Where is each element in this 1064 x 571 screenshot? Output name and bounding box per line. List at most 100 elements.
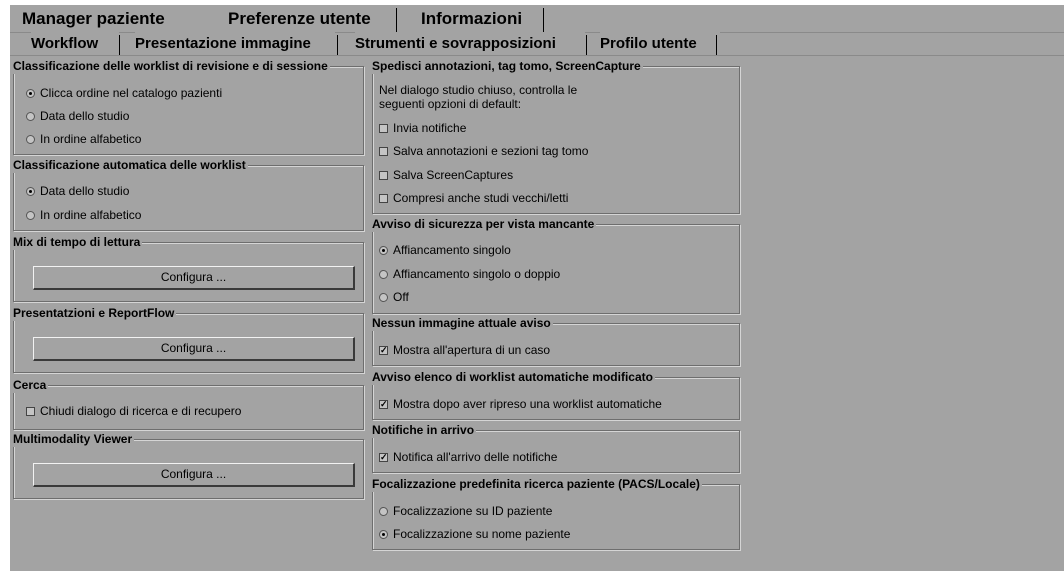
group-title: Presentatzioni e ReportFlow [13,305,177,321]
radio-button[interactable] [379,506,388,516]
tab-separator [543,8,544,32]
tab-separator [396,8,397,32]
tab-presentazione-immagine[interactable]: Presentazione immagine [135,32,335,55]
radio-label: Clicca ordine nel catalogo pazienti [40,86,223,100]
radio-button[interactable] [26,210,35,220]
radio-label: Data dello studio [40,109,130,123]
checkbox-label: Salva annotazioni e sezioni tag tomo [393,144,589,158]
group-title: Cerca [13,377,49,393]
radio-off[interactable]: Off [379,289,409,305]
radio-button[interactable] [26,134,35,144]
group-title: Nessun immagine attuale aviso [372,315,553,331]
checkbox[interactable] [379,170,388,180]
tab-strumenti-sovrapposizioni[interactable]: Strumenti e sovrapposizioni [355,32,585,55]
checkbox-show-on-open[interactable]: ✓ Mostra all'apertura di un caso [379,342,550,358]
checkbox-save-screencaptures[interactable]: Salva ScreenCaptures [379,167,513,183]
group-no-current-image: Nessun immagine attuale aviso ✓ Mostra al… [372,315,740,366]
checkbox-label: Salva ScreenCaptures [393,168,514,182]
tab-informazioni[interactable]: Informazioni [421,5,541,32]
radio-focus-patient-name[interactable]: Focalizzazione su nome paziente [379,526,570,542]
tab-preferenze-utente[interactable]: Preferenze utente [228,5,398,32]
group-title: Classificazione delle worklist di revisi… [13,58,330,74]
radio-button[interactable] [379,529,388,539]
radio-label: Focalizzazione su nome paziente [393,527,571,541]
group-title: Focalizzazione predefinita ricerca pazie… [372,476,702,492]
checkbox[interactable] [379,146,388,156]
checkbox[interactable]: ✓ [379,345,388,355]
checkbox-label: Mostra all'apertura di un caso [393,343,551,357]
group-title: Mix di tempo di lettura [13,234,143,250]
radio-button[interactable] [379,245,388,255]
subtab-divider [10,55,1064,56]
checkbox-notify-arrival[interactable]: ✓ Notifica all'arrivo delle notifiche [379,449,557,465]
radio-auto-alphabetical[interactable]: In ordine alfabetico [26,207,141,223]
group-incoming-notifications: Notifiche in arrivo ✓ Notifica all'arrivo… [372,422,740,473]
radio-focus-patient-id[interactable]: Focalizzazione su ID paziente [379,503,552,519]
group-presentations: Presentatzioni e ReportFlow Configura ..… [13,305,364,373]
preferences-panel: Manager paziente Preferenze utente Infor… [10,5,1064,571]
group-title: Spedisci annotazioni, tag tomo, ScreenCa… [372,58,643,74]
radio-label: Off [393,290,409,304]
configure-multimodality-button[interactable]: Configura ... [33,463,355,487]
radio-single-tiling[interactable]: Affiancamento singolo [379,242,511,258]
radio-label: In ordine alfabetico [40,208,142,222]
group-title: Multimodality Viewer [13,431,135,447]
radio-alphabetical[interactable]: In ordine alfabetico [26,131,141,147]
group-sort-review: Classificazione delle worklist di revisi… [13,58,364,155]
radio-auto-study-date[interactable]: Data dello studio [26,183,129,199]
group-auto-worklist-changed: Avviso elenco di worklist automatiche mo… [372,369,740,420]
group-title: Notifiche in arrivo [372,422,477,438]
checkbox-label: Notifica all'arrivo delle notifiche [393,450,558,464]
group-send-annotations: Spedisci annotazioni, tag tomo, ScreenCa… [372,58,740,214]
checkbox[interactable] [379,123,388,133]
tab-label: Presentazione immagine [135,35,311,52]
checkbox-save-annotations[interactable]: Salva annotazioni e sezioni tag tomo [379,143,588,159]
radio-button[interactable] [379,292,388,302]
checkbox-label: Mostra dopo aver ripreso una worklist au… [393,397,662,411]
checkbox[interactable]: ✓ [379,452,388,462]
group-title: Avviso elenco di worklist automatiche mo… [372,369,655,385]
app-window: Manager paziente Preferenze utente Infor… [0,0,1064,571]
checkbox[interactable] [379,193,388,203]
radio-button[interactable] [26,186,35,196]
description-line-2: seguenti opzioni di default: [379,97,522,111]
group-missing-view: Avviso di sicurezza per vista mancante A… [372,216,740,314]
configure-reading-mix-button[interactable]: Configura ... [33,266,355,290]
group-multimodality: Multimodality Viewer Configura ... [13,431,364,499]
checkbox[interactable]: ✓ [379,399,388,409]
description-line-1: Nel dialogo studio chiuso, controlla le [379,83,578,97]
radio-study-date[interactable]: Data dello studio [26,108,129,124]
tab-label: Strumenti e sovrapposizioni [355,35,556,52]
tab-label: Manager paziente [22,9,165,28]
configure-presentations-button[interactable]: Configura ... [33,337,355,361]
group-title: Avviso di sicurezza per vista mancante [372,216,597,232]
tab-label: Informazioni [421,9,523,28]
checkbox-close-search[interactable]: Chiudi dialogo di ricerca e di recupero [26,403,241,419]
group-search: Cerca Chiudi dialogo di ricerca e di rec… [13,377,364,430]
radio-label: Focalizzazione su ID paziente [393,504,553,518]
tab-manager-paziente[interactable]: Manager paziente [22,5,207,32]
checkbox-label: Invia notifiche [393,121,467,135]
tab-separator [119,35,120,55]
tab-separator [337,35,338,55]
tab-label: Workflow [31,35,99,52]
tab-profilo-utente[interactable]: Profilo utente [600,32,720,55]
tab-separator [586,35,587,55]
radio-click-order[interactable]: Clicca ordine nel catalogo pazienti [26,85,222,101]
group-title: Classificazione automatica delle worklis… [13,157,248,173]
group-patient-search-focus: Focalizzazione predefinita ricerca pazie… [372,476,740,550]
checkbox[interactable] [26,406,35,416]
checkbox-show-after-resume[interactable]: ✓ Mostra dopo aver ripreso una worklist a… [379,396,662,412]
group-reading-mix: Mix di tempo di lettura Configura ... [13,234,364,302]
checkbox-label: Compresi anche studi vecchi/letti [393,191,569,205]
radio-button[interactable] [26,111,35,121]
radio-single-or-double-tiling[interactable]: Affiancamento singolo o doppio [379,266,560,282]
radio-button[interactable] [26,88,35,98]
group-auto-sort: Classificazione automatica delle worklis… [13,157,364,231]
tab-label: Preferenze utente [228,9,371,28]
tab-workflow[interactable]: Workflow [31,32,119,55]
checkbox-include-old-studies[interactable]: Compresi anche studi vecchi/letti [379,190,568,206]
checkbox-send-notifications[interactable]: Invia notifiche [379,120,466,136]
tab-separator [716,35,717,55]
radio-button[interactable] [379,269,388,279]
